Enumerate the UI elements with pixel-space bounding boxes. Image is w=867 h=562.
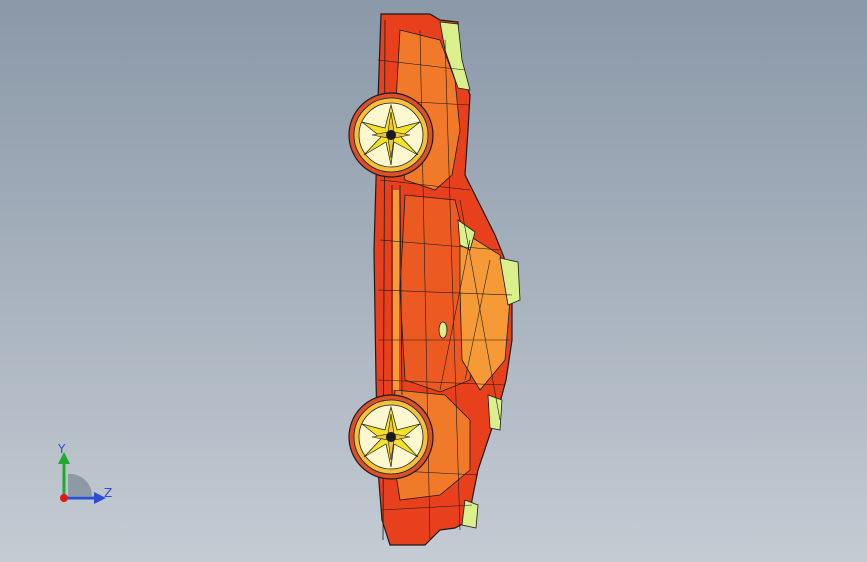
tail-detail bbox=[461, 499, 479, 529]
graphics-viewport[interactable]: Y Z bbox=[0, 0, 867, 562]
z-axis-label: Z bbox=[104, 486, 113, 500]
car-model[interactable] bbox=[0, 0, 867, 562]
rear-glass bbox=[487, 394, 503, 431]
front-wheel bbox=[348, 92, 434, 178]
coordinate-triad: Y Z bbox=[48, 440, 128, 510]
rear-wheel bbox=[348, 394, 434, 480]
triad-origin bbox=[60, 494, 68, 502]
y-axis-label: Y bbox=[58, 442, 66, 456]
triad-plane bbox=[68, 473, 93, 496]
door-handle bbox=[438, 321, 448, 339]
